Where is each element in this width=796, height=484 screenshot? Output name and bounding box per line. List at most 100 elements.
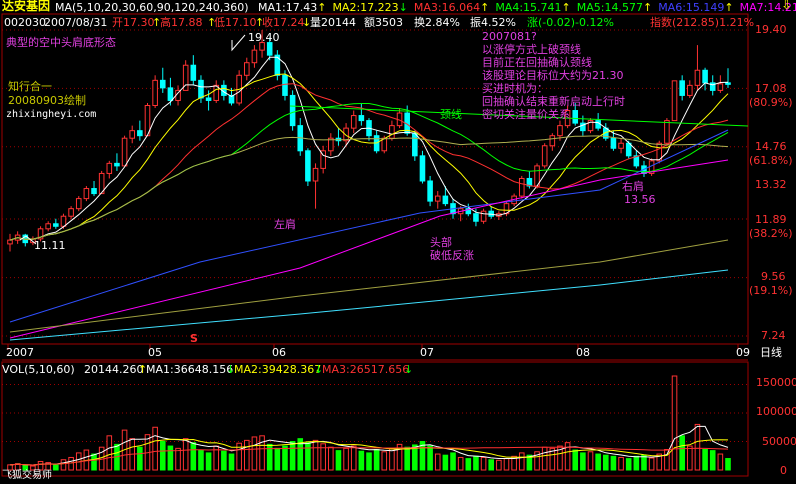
note-line-7: 密切关注量价关系 (482, 108, 570, 121)
y-tick-8: (38.2%) (749, 227, 793, 240)
right-shoulder-value: 13.56 (624, 193, 656, 206)
volume-bar (305, 442, 311, 471)
candle-body (557, 125, 563, 137)
candle-body (266, 42, 273, 56)
candle-body (251, 49, 258, 64)
close-value: 收17.24 (262, 16, 305, 29)
volume-bar (580, 452, 586, 471)
candle-body (473, 213, 479, 222)
candle-body (68, 208, 74, 217)
vol-tick-3: 50000 (762, 435, 796, 448)
volume-bar (610, 455, 617, 471)
ma-value-4: MA4:15.741 (495, 1, 562, 14)
candle-body (618, 142, 624, 149)
candle-body (159, 79, 166, 89)
long-ma-line-4 (9, 269, 729, 341)
volume-bar (381, 451, 388, 471)
stock-name: 达安基因 (2, 0, 51, 13)
volume-bar (694, 423, 701, 471)
volume-bar (274, 447, 281, 471)
ma-arrow-2-icon: ↓ (398, 1, 408, 14)
volume-bar (182, 438, 189, 471)
volume-bar (595, 453, 601, 471)
x-tick-2007: 2007 (6, 346, 34, 359)
vol-ma3: MA3:26517.656 (322, 363, 410, 376)
volume-bar (373, 448, 380, 471)
candle-body (167, 87, 174, 101)
volume-bar (328, 446, 334, 471)
candle-body (518, 177, 525, 197)
head-note-label: 破低反涨 (430, 249, 474, 262)
vol-tick-1: 150000 (756, 376, 796, 389)
volume-bar (60, 459, 67, 471)
long-ma-line-3 (9, 239, 729, 333)
candle-body (60, 215, 67, 227)
volume-bar (671, 375, 678, 471)
brand-text: 知行合一 (8, 80, 52, 93)
ma-value-2: MA2:17.223 (332, 1, 399, 14)
ma-arrow-3-icon: ↑ (480, 1, 490, 14)
volume-bar (702, 448, 708, 471)
volume-value: 量20144 (310, 16, 356, 29)
candle-body (625, 142, 632, 157)
made-by-text: 20080903绘制 (8, 94, 86, 107)
chart-canvas (1, 13, 749, 477)
volume-bar (496, 459, 502, 471)
volume-bar (175, 447, 181, 471)
open-value: 开17.30 (112, 16, 155, 29)
y-tick-1: 19.40 (755, 23, 787, 36)
volume-bar (137, 446, 143, 471)
ma-arrow-6-icon: ↑ (724, 1, 734, 14)
volume-bar (602, 454, 609, 471)
candle-body (152, 79, 158, 106)
volume-bar (503, 458, 510, 471)
volume-bar (358, 450, 365, 471)
volume-bar (717, 453, 724, 471)
volume-bar (480, 456, 487, 471)
candle-body (419, 155, 426, 182)
volume-bar (434, 453, 441, 471)
volume-bar (221, 450, 227, 471)
download-icon[interactable]: ⇩ (781, 0, 792, 12)
site-text: zhixingheyi.com (6, 109, 97, 120)
vol-ma1: MA1:36648.156 (146, 363, 234, 376)
volume-bar (152, 426, 158, 471)
candle-body (725, 82, 731, 85)
y-tick-7: 11.89 (755, 213, 787, 226)
pattern-title: 典型的空中头肩底形态 (6, 36, 116, 49)
volume-bar (312, 439, 319, 471)
volume-bar (572, 449, 579, 471)
volume-bar (541, 446, 548, 471)
volume-bar (282, 445, 288, 471)
candle-body (289, 94, 296, 127)
peak-value-label: 19.40 (248, 31, 280, 44)
vol-label: VOL(5,10,60) (2, 363, 75, 376)
volume-bar (709, 450, 716, 471)
candle-body (243, 62, 250, 76)
y-tick-3: (80.9%) (749, 96, 793, 109)
period-label[interactable]: 日线 (760, 346, 782, 359)
volume-bar (625, 458, 632, 471)
ma-value-5: MA5:14.577 (576, 1, 643, 14)
candle-body (305, 150, 311, 182)
y-tick-5: (61.8%) (749, 154, 793, 167)
change-value: 涨(-0.02)-0.12% (527, 16, 614, 29)
volume-bar (335, 450, 342, 471)
ma-value-3: MA3:16.064 (413, 1, 481, 14)
candle-body (7, 239, 13, 245)
volume-bar (664, 448, 670, 471)
x-tick-05: 05 (148, 346, 162, 359)
volume-bar (228, 453, 235, 471)
candle-body (694, 69, 701, 86)
candle-body (350, 115, 357, 129)
candle-body (106, 162, 113, 174)
candle-body (702, 69, 708, 84)
y-tick-4: 14.76 (755, 140, 787, 153)
turnover-value: 换2.84% (414, 16, 460, 29)
volume-bar (457, 456, 464, 471)
ma-arrow-4-icon: ↑ (561, 1, 571, 14)
ma-value-6: MA6:15.149 (658, 1, 725, 14)
volume-bar (389, 447, 395, 471)
y-tick-2: 17.08 (755, 82, 787, 95)
candle-body (610, 137, 617, 149)
